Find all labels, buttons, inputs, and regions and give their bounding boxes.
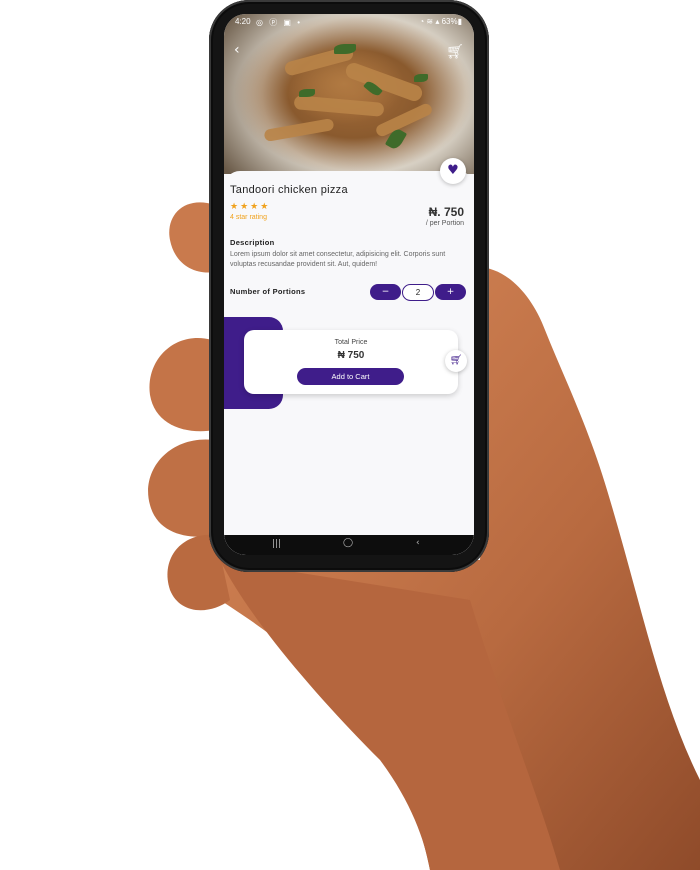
food-image — [224, 14, 474, 174]
description-heading: Description — [230, 238, 275, 247]
home-icon[interactable]: ◯ — [343, 538, 353, 548]
product-price: ₦. 750 — [428, 205, 464, 219]
cart-fab-button[interactable]: 🛒︎ — [445, 350, 467, 372]
product-title: Tandoori chicken pizza — [230, 184, 348, 196]
status-left-icons: ◎ ⓟ ▣ • — [256, 18, 303, 27]
add-to-cart-button[interactable]: Add to Cart — [297, 368, 404, 385]
total-price-card: Total Price ₦ 750 Add to Cart — [244, 330, 458, 394]
heart-icon: ♥ — [447, 163, 459, 178]
portions-label: Number of Portions — [230, 287, 306, 296]
status-bar: 4:20 ◎ ⓟ ▣ • ◔ ≋ ▴ 63%▮ — [224, 14, 474, 30]
star-rating-icons: ★★★★ — [230, 202, 271, 212]
increase-portion-button[interactable]: + — [435, 284, 466, 300]
back-arrow-icon[interactable]: ‹ — [234, 42, 240, 58]
cart-icon[interactable]: 🛒︎ — [446, 44, 464, 60]
status-right-icons: ◔ ≋ ▴ 63%▮ — [419, 17, 462, 26]
system-nav-bar: ||| ◯ ‹ — [224, 535, 474, 555]
decrease-portion-button[interactable]: − — [370, 284, 401, 300]
favorite-heart-button[interactable]: ♥ — [440, 158, 466, 184]
status-time: 4:20 — [235, 17, 251, 26]
back-nav-icon[interactable]: ‹ — [416, 538, 420, 548]
app-screen: 4:20 ◎ ⓟ ▣ • ◔ ≋ ▴ 63%▮ ‹ 🛒︎ ♥ Tandoori … — [224, 14, 474, 555]
cart-icon: 🛒︎ — [449, 355, 463, 366]
total-price-label: Total Price — [334, 339, 368, 346]
rating-text: 4 star rating — [230, 214, 267, 221]
description-text: Lorem ipsum dolor sit amet consectetur, … — [230, 251, 446, 268]
price-unit: / per Portion — [425, 220, 464, 227]
recent-apps-icon[interactable]: ||| — [272, 539, 281, 549]
total-price-value: ₦ 750 — [337, 350, 365, 361]
portion-quantity: 2 — [402, 284, 434, 301]
